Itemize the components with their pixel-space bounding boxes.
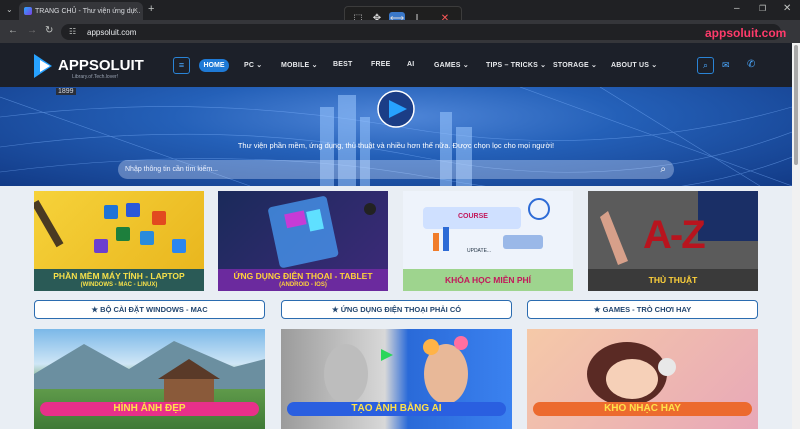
nav-best[interactable]: BEST <box>333 61 352 68</box>
nav-mobile-label: MOBILE <box>281 62 310 69</box>
search-input[interactable]: Nhập thông tin cần tìm kiếm... ⌕ <box>118 160 674 179</box>
category-card-tips[interactable]: A-Z THỦ THUẬT <box>588 191 758 291</box>
card-title: KHÓA HỌC MIỄN PHÍ <box>444 275 532 285</box>
pill-label: GAMES - TRÒ CHƠI HAY <box>602 305 692 314</box>
pill-games[interactable]: ★ GAMES - TRÒ CHƠI HAY <box>527 300 758 319</box>
nav-tips[interactable]: TIPS – TRICKS ⌄ <box>486 61 546 69</box>
nav-free[interactable]: FREE <box>371 61 390 68</box>
card-title: THỦ THUẬT <box>648 275 698 285</box>
close-tab-icon[interactable]: × <box>133 5 138 15</box>
course-tag: COURSE <box>458 213 488 220</box>
maximize-icon[interactable]: ❐ <box>759 4 766 14</box>
site-logo[interactable]: APPSOLUIT Library.of.Tech.lover! <box>32 50 156 82</box>
forward-icon[interactable]: → <box>27 26 37 36</box>
minimize-icon[interactable]: – <box>734 4 740 14</box>
tab-list-icon[interactable]: ⌄ <box>6 5 13 15</box>
back-icon[interactable]: ← <box>8 26 18 36</box>
category-card-mobile[interactable]: ỨNG DỤNG ĐIỆN THOẠI - TABLET (ANDROID - … <box>218 191 388 291</box>
nav-ai[interactable]: AI <box>407 61 414 68</box>
tooltip-counter: 1899 <box>56 88 76 95</box>
browser-tab[interactable]: TRANG CHỦ - Thư viện ứng dụ... × <box>19 2 143 20</box>
nav-about[interactable]: ABOUT US ⌄ <box>611 61 657 69</box>
card-title: PHẦN MỀM MÁY TÍNH - LAPTOP <box>53 271 185 281</box>
nav-pc[interactable]: PC ⌄ <box>244 61 262 69</box>
mail-icon[interactable]: ✉ <box>722 60 730 71</box>
close-window-icon[interactable]: ✕ <box>783 4 791 14</box>
nav-tips-label: TIPS – TRICKS <box>486 62 538 69</box>
tab-title: TRANG CHỦ - Thư viện ứng dụ... <box>35 7 141 15</box>
nav-games[interactable]: GAMES ⌄ <box>434 61 469 69</box>
new-tab-icon[interactable]: + <box>148 4 154 15</box>
nav-about-label: ABOUT US <box>611 62 650 69</box>
site-favicon-icon <box>24 7 32 15</box>
site-info-icon[interactable]: ☷ <box>69 27 76 37</box>
category-card-pc[interactable]: PHẦN MỀM MÁY TÍNH - LAPTOP (WINDOWS - MA… <box>34 191 204 291</box>
nav-home[interactable]: HOME <box>199 59 229 72</box>
search-icon[interactable]: ⌕ <box>697 57 714 74</box>
pill-label: ỨNG DỤNG ĐIỆN THOẠI PHẢI CÓ <box>340 305 462 314</box>
card-subtitle: (ANDROID - IOS) <box>279 282 327 288</box>
watermark-text: appsoluit.com <box>705 26 787 40</box>
url-text: appsoluit.com <box>87 27 137 37</box>
search-placeholder: Nhập thông tin cần tìm kiếm... <box>125 166 218 173</box>
banner-label: TẠO ẢNH BẰNG AI <box>287 402 506 416</box>
card-title: ỨNG DỤNG ĐIỆN THOẠI - TABLET <box>233 271 373 281</box>
nav-storage[interactable]: STORAGE ⌄ <box>553 61 597 69</box>
logo-tagline: Library.of.Tech.lover! <box>72 74 118 80</box>
nav-storage-label: STORAGE <box>553 62 589 69</box>
banner-ai-images[interactable]: TẠO ẢNH BẰNG AI <box>281 329 512 429</box>
logo-text: APPSOLUIT <box>58 57 144 74</box>
nav-games-label: GAMES <box>434 62 461 69</box>
az-graphic-text: A-Z <box>643 213 706 257</box>
nav-mobile[interactable]: MOBILE ⌄ <box>281 61 318 69</box>
menu-toggle-icon[interactable]: ≡ <box>173 57 190 74</box>
card-subtitle: (WINDOWS - MAC - LINUX) <box>80 282 158 288</box>
banner-beautiful-images[interactable]: HÌNH ẢNH ĐẸP <box>34 329 265 429</box>
update-tag: UPDATE... <box>467 248 492 254</box>
banner-music[interactable]: KHO NHẠC HAY <box>527 329 758 429</box>
banner-label: KHO NHẠC HAY <box>533 402 752 416</box>
category-card-course[interactable]: COURSE UPDATE... KHÓA HỌC MIỄN PHÍ <box>403 191 573 291</box>
reload-icon[interactable]: ↻ <box>45 26 53 36</box>
phone-icon[interactable]: ✆ <box>747 59 755 70</box>
scrollbar-thumb[interactable] <box>794 45 798 165</box>
hero-search-icon[interactable]: ⌕ <box>660 160 666 179</box>
banner-label: HÌNH ẢNH ĐẸP <box>40 402 259 416</box>
pill-label: BỘ CÀI ĐẶT WINDOWS - MAC <box>100 305 208 314</box>
pill-install-windows-mac[interactable]: ★ BỘ CÀI ĐẶT WINDOWS - MAC <box>34 300 265 319</box>
nav-pc-label: PC <box>244 62 255 69</box>
pill-mobile-apps[interactable]: ★ ỨNG DỤNG ĐIỆN THOẠI PHẢI CÓ <box>281 300 512 319</box>
hero-tagline: Thư viện phần mềm, ứng dụng, thủ thuật v… <box>237 141 555 150</box>
address-bar[interactable]: ☷ appsoluit.com <box>61 24 781 40</box>
